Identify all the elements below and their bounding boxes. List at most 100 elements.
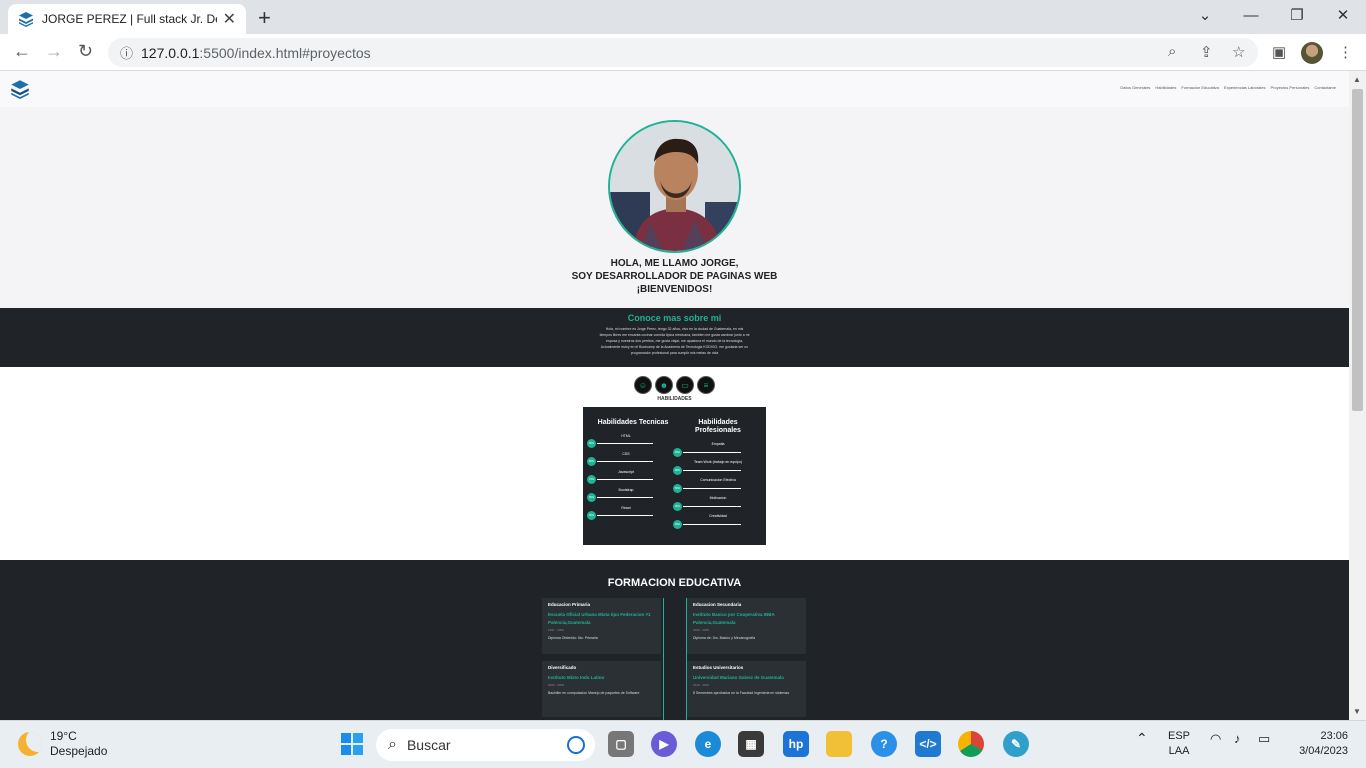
store-icon[interactable]: ▦ <box>738 731 764 757</box>
skill-percent: 90% <box>673 448 682 457</box>
nav-proyectos-personales[interactable]: Proyectos Personales <box>1271 85 1310 90</box>
skill-percent: 90% <box>673 466 682 475</box>
timeline-line <box>663 598 664 720</box>
chat-icon[interactable]: ▶ <box>651 731 677 757</box>
skill-name: Team Work (trabajo en equipo) <box>694 460 742 464</box>
tab-title: JORGE PEREZ | Full stack Jr. Devel <box>42 12 217 26</box>
nav-experiencias-laborales[interactable]: Experiencias Laborales <box>1224 85 1266 90</box>
chrome-icon[interactable] <box>958 731 984 757</box>
minimize-icon[interactable]: — <box>1228 0 1274 30</box>
skill-percent: 90% <box>673 502 682 511</box>
about-text: Hola, mi nombre es Jorge Perez, tengo 32… <box>599 327 750 355</box>
skill-percent: 90% <box>673 520 682 529</box>
file-explorer-icon[interactable] <box>826 731 852 757</box>
skill-percent: 70% <box>587 475 596 484</box>
tab-search-icon[interactable]: ⌄ <box>1182 0 1228 30</box>
skill-name: Comunicacion Efectiva <box>700 478 736 482</box>
skill-percent: 80% <box>673 484 682 493</box>
language-indicator[interactable]: ESP LAA <box>1168 729 1190 759</box>
close-window-icon[interactable]: ✕ <box>1320 0 1366 30</box>
skills-section: ☺ ☻ ▭ ≡ HABILIDADES Habilidades Tecnicas… <box>0 367 1349 560</box>
monitor-icon[interactable]: ▭ <box>676 376 694 394</box>
edge-icon[interactable]: e <box>695 731 721 757</box>
skill-name: CSS <box>622 452 630 456</box>
skills-panel: Habilidades Tecnicas Habilidades Profesi… <box>583 407 766 545</box>
zoom-icon[interactable]: ⌕ <box>1168 43 1176 60</box>
volume-icon[interactable]: ♪ <box>1234 731 1241 746</box>
task-view-icon[interactable]: ▢ <box>608 731 634 757</box>
edu-level: Estudios Universitarios <box>693 665 744 670</box>
edu-level: Diversificado <box>548 665 577 670</box>
chevron-up-icon[interactable]: ⌃ <box>1136 731 1148 746</box>
profile-avatar[interactable] <box>1301 42 1323 64</box>
edu-years: 2010 - 2016 <box>693 683 710 687</box>
taskbar-search[interactable]: ⌕ Buscar <box>376 729 595 761</box>
education-section: FORMACION EDUCATIVA Educacion Primaria E… <box>0 560 1349 720</box>
hero-line-2: SOY DESARROLLADOR DE PAGINAS WEB <box>571 271 778 282</box>
bing-icon[interactable] <box>567 736 585 754</box>
edu-diploma: Diploma Obtenido: 6to. Primaria <box>548 636 598 640</box>
skill-name: React <box>621 506 631 510</box>
restore-icon[interactable]: ❐ <box>1274 0 1320 30</box>
edu-level: Educacion Secundaria <box>693 602 742 607</box>
close-tab-icon[interactable]: ✕ <box>223 9 236 29</box>
address-bar[interactable]: ⓘ 127.0.0.1:5500/index.html#proyectos <box>108 38 1258 67</box>
edu-school: Instituto Basico por Cooperativa INBA Pa… <box>693 612 775 625</box>
back-icon[interactable]: ← <box>13 41 31 62</box>
edu-diploma: 8 Semestres aprobados en la Facultad Ing… <box>693 691 790 695</box>
nav-formacion-educativa[interactable]: Formacion Educativa <box>1181 85 1219 90</box>
lang-layout: LAA <box>1168 745 1190 757</box>
wifi-icon[interactable]: ◠ <box>1210 731 1221 746</box>
scroll-up-icon[interactable]: ▲ <box>1353 75 1361 84</box>
education-card: Diversificado Instituto Mixto Indo Latin… <box>542 661 661 717</box>
weather-widget[interactable]: 19°C Despejado <box>18 729 107 759</box>
reload-icon[interactable]: ↻ <box>78 41 93 62</box>
edu-school: Universidad Mariano Galvez de Guatemala <box>693 675 784 680</box>
search-icon: ⌕ <box>388 736 397 753</box>
sliders-icon[interactable]: ≡ <box>697 376 715 394</box>
side-panel-icon[interactable]: ▣ <box>1272 43 1286 61</box>
hero-section: HOLA, ME LLAMO JORGE, SOY DESARROLLADOR … <box>0 107 1349 308</box>
page-scrollbar[interactable]: ▲ ▼ <box>1349 71 1366 720</box>
new-tab-icon[interactable]: + <box>258 5 271 31</box>
battery-icon[interactable]: ▭ <box>1258 731 1270 746</box>
nav-habilidades[interactable]: Habilidades <box>1155 85 1176 90</box>
browser-tab-strip: JORGE PEREZ | Full stack Jr. Devel ✕ + ⌄… <box>0 0 1366 34</box>
windows-start-icon[interactable] <box>339 731 365 757</box>
skill-name: Javascript <box>618 470 634 474</box>
scroll-down-icon[interactable]: ▼ <box>1353 707 1361 716</box>
vscode-icon[interactable]: </> <box>915 731 941 757</box>
skill-bar <box>683 470 741 471</box>
share-icon[interactable]: ⇪ <box>1200 43 1213 61</box>
scrollbar-thumb[interactable] <box>1352 89 1363 411</box>
menu-kebab-icon[interactable]: ⋮ <box>1338 43 1353 61</box>
edu-years: 1997 - 2002 <box>548 628 565 632</box>
prof-skills-title: Habilidades Profesionales <box>695 419 741 434</box>
edu-school: Escuela Oficial Urbana Mixta tipo Federa… <box>548 612 651 625</box>
nav-datos-generales[interactable]: Datos Generales <box>1120 85 1150 90</box>
clock[interactable]: 23:06 3/04/2023 <box>1290 729 1348 759</box>
paint-icon[interactable]: ✎ <box>1003 731 1029 757</box>
nav-contactame[interactable]: Contactame <box>1314 85 1336 90</box>
skill-name: Motivacion <box>709 496 727 500</box>
user-icon[interactable]: ☺ <box>634 376 652 394</box>
education-card: Educacion Primaria Escuela Oficial Urban… <box>542 598 661 654</box>
help-icon[interactable]: ? <box>871 731 897 757</box>
education-card: Estudios Universitarios Universidad Mari… <box>687 661 806 717</box>
browser-tab[interactable]: JORGE PEREZ | Full stack Jr. Devel ✕ <box>8 4 246 34</box>
info-icon[interactable]: ⓘ <box>120 43 133 62</box>
url-host: 127.0.0.1 <box>141 44 200 61</box>
site-logo-icon[interactable] <box>10 79 30 99</box>
clock-time: 23:06 <box>1320 730 1348 742</box>
hero-greeting: HOLA, ME LLAMO JORGE, SOY DESARROLLADOR … <box>0 257 1349 296</box>
edu-school: Instituto Mixto Indo Latino <box>548 675 605 680</box>
bookmark-star-icon[interactable]: ☆ <box>1232 43 1245 61</box>
skill-name: HTML <box>621 434 631 438</box>
myhp-icon[interactable]: hp <box>783 731 809 757</box>
edu-diploma: Diploma de: 3ro. Basico y Mecanografia <box>693 636 756 640</box>
skill-bar <box>683 452 741 453</box>
edu-years: 2003 - 2005 <box>693 628 710 632</box>
smile-icon[interactable]: ☻ <box>655 376 673 394</box>
forward-icon[interactable]: → <box>45 41 63 62</box>
about-section: Conoce mas sobre mi Hola, mi nombre es J… <box>0 308 1349 367</box>
